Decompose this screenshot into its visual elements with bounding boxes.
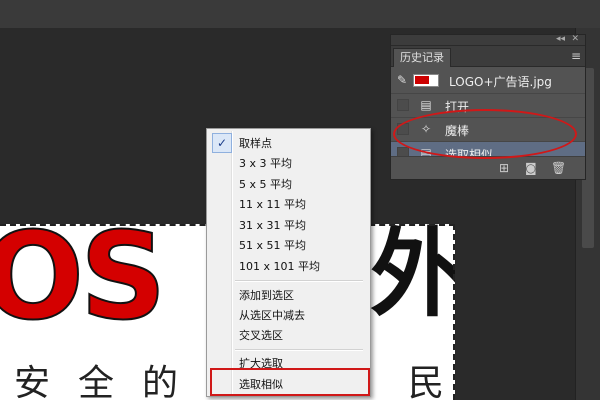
camera-snapshot-icon[interactable]: ◙ xyxy=(525,161,537,175)
menu-item-3x3-average[interactable]: 3 x 3 平均 xyxy=(210,152,366,172)
menu-item-subtract-from-selection[interactable]: 从选区中减去 xyxy=(210,304,366,324)
panel-menu-icon[interactable]: ≡ xyxy=(571,49,581,63)
menu-separator xyxy=(235,349,363,351)
snapshot-thumbnail xyxy=(413,74,439,87)
panel-title-bar: ◂◂ ✕ xyxy=(391,34,585,46)
menu-item-sample-point[interactable]: ✓ 取样点 xyxy=(210,132,366,153)
menu-item-11x11-average[interactable]: 11 x 11 平均 xyxy=(210,193,366,213)
menu-item-intersect-selection[interactable]: 交叉选区 xyxy=(210,324,366,344)
history-brush-source-box[interactable] xyxy=(397,99,409,111)
snapshot-label: LOGO+广告语.jpg xyxy=(449,75,552,89)
panel-footer: ⊞ ◙ 🗑 xyxy=(391,156,585,179)
close-icon[interactable]: ✕ xyxy=(571,34,579,44)
document-icon: ▤ xyxy=(420,98,432,112)
menu-item-31x31-average[interactable]: 31 x 31 平均 xyxy=(210,214,366,234)
history-brush-icon[interactable]: ✎ xyxy=(397,73,407,87)
menu-item-add-to-selection[interactable]: 添加到选区 xyxy=(210,284,366,304)
menu-item-101x101-average[interactable]: 101 x 101 平均 xyxy=(210,255,366,275)
menu-separator xyxy=(235,280,363,282)
annotation-highlight-box xyxy=(210,368,370,396)
trash-icon[interactable]: 🗑 xyxy=(551,161,566,175)
annotation-ellipse xyxy=(393,109,577,159)
history-snapshot[interactable]: ✎ LOGO+广告语.jpg xyxy=(391,67,585,94)
collapse-icon[interactable]: ◂◂ xyxy=(556,34,565,44)
tab-history[interactable]: 历史记录 xyxy=(393,48,451,67)
menu-item-51x51-average[interactable]: 51 x 51 平均 xyxy=(210,234,366,254)
options-bar xyxy=(0,0,600,29)
menu-item-5x5-average[interactable]: 5 x 5 平均 xyxy=(210,173,366,193)
new-document-from-state-icon[interactable]: ⊞ xyxy=(499,161,509,175)
checkmark-icon: ✓ xyxy=(212,133,232,153)
context-menu: ✓ 取样点 3 x 3 平均 5 x 5 平均 11 x 11 平均 31 x … xyxy=(206,128,371,397)
